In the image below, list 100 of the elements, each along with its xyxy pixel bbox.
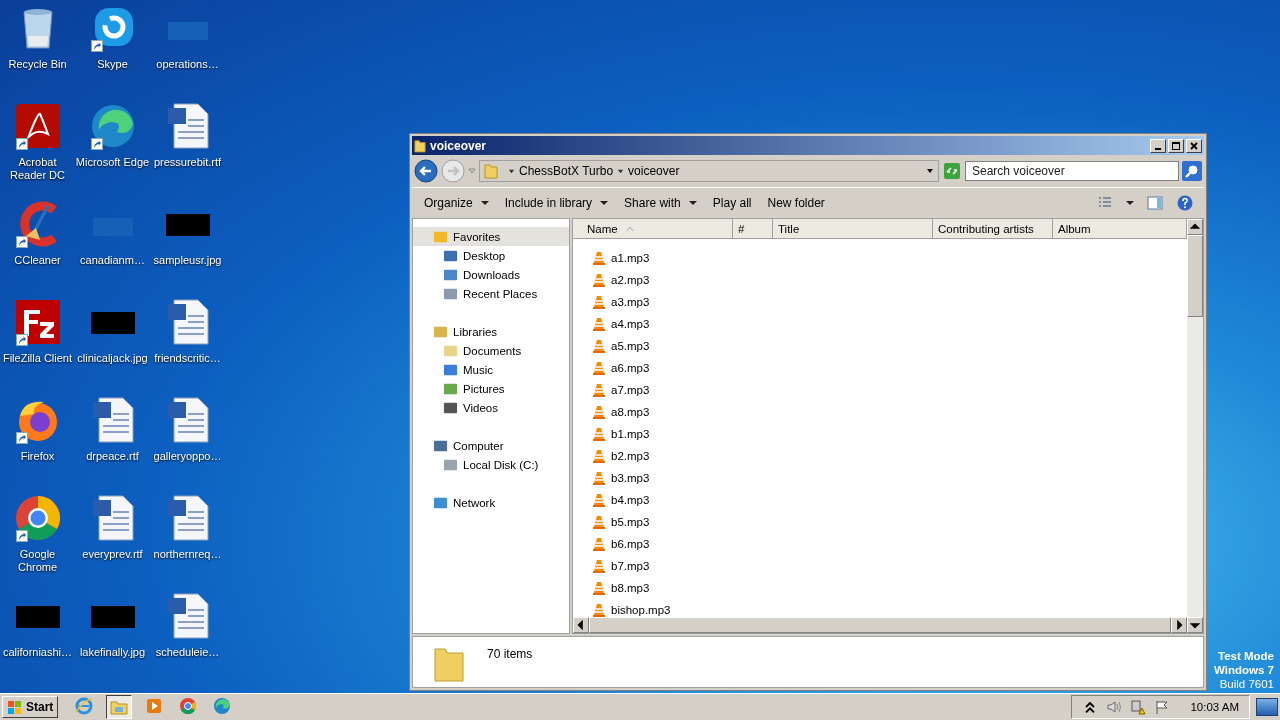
breadcrumb[interactable]: ChessBotX Turbo xyxy=(519,164,614,178)
search-button[interactable] xyxy=(1182,161,1202,181)
file-row[interactable]: a5.mp3 xyxy=(573,335,731,357)
traffic-cone-icon xyxy=(591,426,607,442)
nav-item[interactable]: Network xyxy=(413,493,569,512)
traffic-cone-icon xyxy=(591,382,607,398)
file-row[interactable]: b2.mp3 xyxy=(573,445,731,467)
icon-label: northernreq… xyxy=(152,548,223,561)
caret-icon[interactable] xyxy=(508,167,515,175)
scroll-right-icon[interactable] xyxy=(1171,617,1187,633)
traffic-cone-icon xyxy=(591,250,607,266)
nav-item[interactable]: Videos xyxy=(413,398,569,417)
nav-item[interactable]: Computer xyxy=(413,436,569,455)
nav-item[interactable]: Documents xyxy=(413,341,569,360)
traffic-cone-icon xyxy=(591,580,607,596)
window-title: voiceover xyxy=(430,138,487,153)
search-field[interactable]: Search voiceover xyxy=(965,161,1179,181)
column-header[interactable]: Name xyxy=(573,219,733,239)
file-row[interactable]: b1.mp3 xyxy=(573,423,731,445)
nav-item[interactable]: Desktop xyxy=(413,246,569,265)
help-icon[interactable] xyxy=(1177,195,1193,211)
vertical-scrollbar[interactable] xyxy=(1187,219,1203,633)
file-row[interactable]: a3.mp3 xyxy=(573,291,731,313)
icon-label: CCleaner xyxy=(13,254,62,267)
nav-item[interactable]: Libraries xyxy=(413,322,569,341)
caret-icon[interactable] xyxy=(1126,199,1134,207)
minimize-button[interactable] xyxy=(1150,138,1166,153)
refresh-button[interactable] xyxy=(942,161,962,181)
file-row[interactable]: bishop.mp3 xyxy=(573,599,731,617)
file-row[interactable]: a2.mp3 xyxy=(573,269,731,291)
file-row[interactable]: b4.mp3 xyxy=(573,489,731,511)
nav-item[interactable]: Recent Places xyxy=(413,284,569,303)
icon-label: clinicaljack.jpg xyxy=(76,352,149,365)
file-row[interactable]: b6.mp3 xyxy=(573,533,731,555)
icon-label: Google Chrome xyxy=(16,548,59,574)
icon-label: drpeace.rtf xyxy=(85,450,140,463)
toolbar-button[interactable]: Play all xyxy=(706,193,758,213)
file-row[interactable]: b7.mp3 xyxy=(573,555,731,577)
file-row[interactable]: a1.mp3 xyxy=(573,247,731,269)
icon-label: pressurebit.rtf xyxy=(152,156,223,169)
traffic-cone-icon xyxy=(591,536,607,552)
column-header[interactable]: Title xyxy=(773,219,933,239)
traffic-cone-icon xyxy=(591,338,607,354)
app-icon[interactable] xyxy=(13,298,62,346)
file-row[interactable]: a6.mp3 xyxy=(573,357,731,379)
watermark-text: Test Mode xyxy=(1218,649,1274,663)
maximize-icon xyxy=(1171,140,1181,151)
icon-label: FileZilla Client xyxy=(1,352,74,365)
traffic-cone-icon xyxy=(591,404,607,420)
file-row[interactable]: a4.mp3 xyxy=(573,313,731,335)
taskbar-button[interactable] xyxy=(106,695,133,719)
scroll-down-icon[interactable] xyxy=(1187,617,1203,633)
nav-item[interactable]: Favorites xyxy=(413,227,569,246)
icon-label: lakefinally.jpg xyxy=(78,646,147,659)
caret-icon[interactable] xyxy=(617,167,625,175)
file-row[interactable]: a8.mp3 xyxy=(573,401,731,423)
scroll-thumb[interactable] xyxy=(1187,235,1203,317)
icon-label: Recycle Bin xyxy=(7,58,68,71)
nav-item[interactable]: Pictures xyxy=(413,379,569,398)
back-button[interactable] xyxy=(414,159,438,183)
browser-icon xyxy=(74,696,95,716)
file-row[interactable]: b8.mp3 xyxy=(573,577,731,599)
browser-icon xyxy=(178,696,199,716)
address-bar[interactable]: ChessBotX Turbo voiceover xyxy=(479,160,939,182)
maximize-button[interactable] xyxy=(1168,138,1184,153)
toolbar-button[interactable]: Share with xyxy=(618,193,703,213)
toolbar-button[interactable]: Organize xyxy=(418,193,495,213)
show-desktop-button[interactable] xyxy=(1256,698,1278,716)
breadcrumb[interactable]: voiceover xyxy=(628,164,680,178)
traffic-cone-icon xyxy=(591,514,607,530)
caret-icon[interactable] xyxy=(926,167,934,175)
app-icon[interactable] xyxy=(13,494,62,542)
toolbar-button[interactable]: New folder xyxy=(761,193,831,213)
nav-item[interactable]: Local Disk (C:) xyxy=(413,455,569,474)
icon-label: everyprev.rtf xyxy=(81,548,144,561)
nav-item[interactable]: Music xyxy=(413,360,569,379)
close-button[interactable] xyxy=(1186,138,1202,153)
watermark-text: Build 7601 xyxy=(1219,677,1274,691)
icon-label: californiashi… xyxy=(1,646,74,659)
nav-item[interactable]: Downloads xyxy=(413,265,569,284)
app-icon[interactable] xyxy=(13,102,62,150)
file-row[interactable]: b3.mp3 xyxy=(573,467,731,489)
traffic-cone-icon xyxy=(591,602,607,617)
column-header[interactable]: Contributing artists xyxy=(933,219,1053,239)
file-row[interactable]: a7.mp3 xyxy=(573,379,731,401)
icon-label: Firefox xyxy=(19,450,56,463)
icon-label: Acrobat Reader DC xyxy=(9,156,66,182)
speaker-icon[interactable] xyxy=(1106,699,1123,715)
column-header[interactable]: # xyxy=(733,219,773,239)
traffic-cone-icon xyxy=(591,558,607,574)
network-warning-icon[interactable] xyxy=(1130,699,1147,715)
clock[interactable]: 10:03 AM xyxy=(1190,701,1239,713)
traffic-cone-icon xyxy=(591,470,607,486)
file-row[interactable]: b5.mp3 xyxy=(573,511,731,533)
toolbar-button[interactable]: Include in library xyxy=(498,193,615,213)
browser-icon xyxy=(212,696,233,716)
scroll-left-icon[interactable] xyxy=(573,617,589,633)
start-button[interactable]: Start xyxy=(2,696,59,718)
icon-label: sampleusr.jpg xyxy=(152,254,223,267)
scroll-up-icon[interactable] xyxy=(1187,219,1203,235)
